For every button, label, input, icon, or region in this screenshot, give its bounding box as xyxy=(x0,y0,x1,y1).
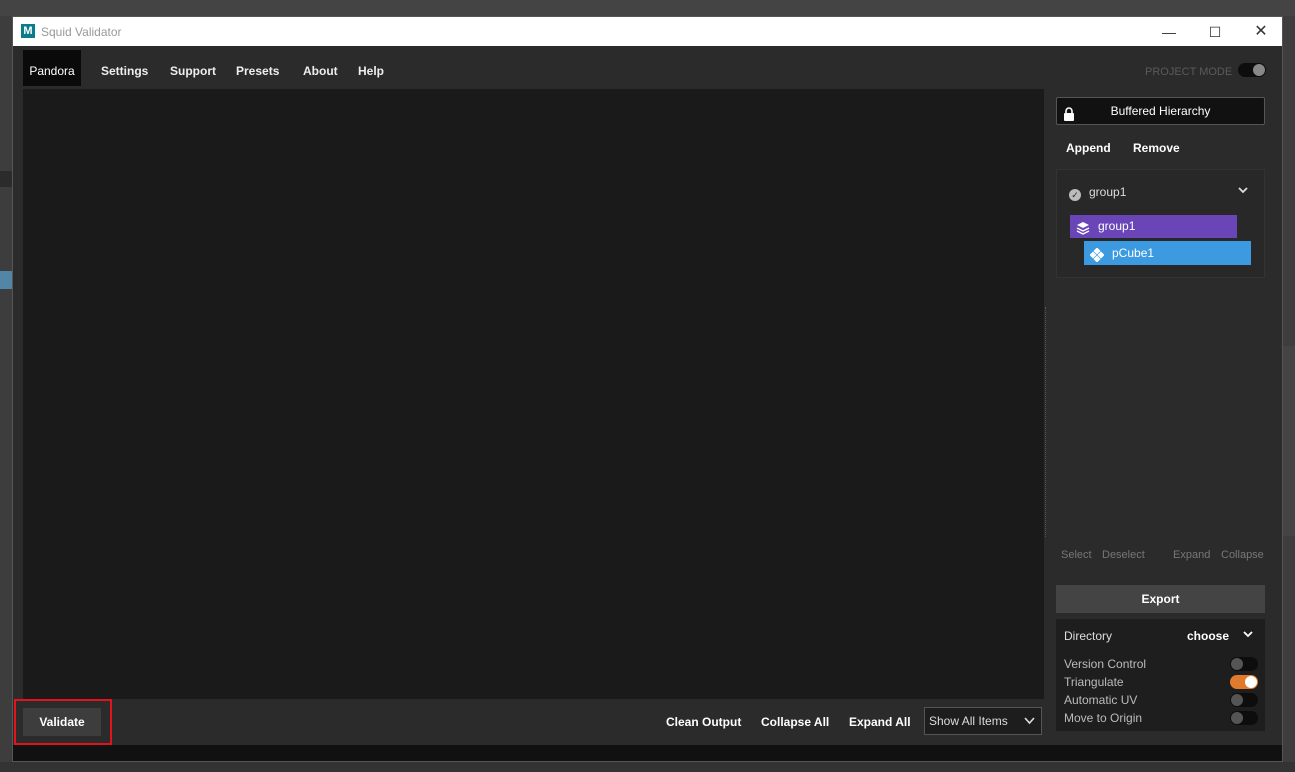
version-control-toggle[interactable] xyxy=(1230,657,1258,671)
host-app-left-strip xyxy=(0,16,12,772)
deselect-button[interactable]: Deselect xyxy=(1102,549,1145,561)
buffered-hierarchy-button[interactable]: Buffered Hierarchy xyxy=(1056,97,1265,125)
chevron-down-icon xyxy=(1024,708,1035,744)
collapse-all-button[interactable]: Collapse All xyxy=(761,715,829,729)
minimize-button[interactable]: — xyxy=(1159,22,1179,42)
validate-button[interactable]: Validate xyxy=(23,708,101,736)
append-button[interactable]: Append xyxy=(1066,141,1111,155)
menu-item-pandora[interactable]: Pandora xyxy=(23,50,81,86)
hierarchy-panel: Buffered Hierarchy Append Remove ✓ group1… xyxy=(1048,89,1274,745)
check-circle-icon: ✓ xyxy=(1069,189,1081,201)
menu-item-settings[interactable]: Settings xyxy=(101,64,148,78)
menu-item-help[interactable]: Help xyxy=(358,64,384,78)
buffered-hierarchy-label: Buffered Hierarchy xyxy=(1110,104,1211,118)
mesh-icon xyxy=(1089,246,1105,263)
maximize-button[interactable]: ☐ xyxy=(1205,22,1225,42)
close-button[interactable]: ✕ xyxy=(1251,22,1271,42)
expand-button[interactable]: Expand xyxy=(1173,549,1210,561)
project-mode-label: PROJECT MODE xyxy=(1145,66,1233,78)
panel-splitter-handle[interactable] xyxy=(1045,307,1047,537)
export-options: Directory choose Version Control Triangu… xyxy=(1056,619,1265,731)
menu-item-presets[interactable]: Presets xyxy=(236,64,279,78)
project-mode-toggle[interactable] xyxy=(1238,63,1266,77)
move-to-origin-label: Move to Origin xyxy=(1064,711,1143,725)
menu-item-about[interactable]: About xyxy=(303,64,338,78)
host-app-right-strip xyxy=(1283,16,1295,772)
title-bar[interactable]: M Squid Validator — ☐ ✕ xyxy=(13,17,1282,46)
show-items-select-value: Show All Items xyxy=(929,714,1008,728)
export-button[interactable]: Export xyxy=(1056,585,1265,613)
clean-output-button[interactable]: Clean Output xyxy=(666,715,741,729)
chevron-down-icon[interactable] xyxy=(1242,627,1254,646)
chevron-down-icon[interactable] xyxy=(1237,182,1249,201)
lock-icon xyxy=(1063,104,1075,121)
select-button[interactable]: Select xyxy=(1061,549,1092,561)
remove-button[interactable]: Remove xyxy=(1133,141,1180,155)
triangulate-toggle[interactable] xyxy=(1230,675,1258,689)
squid-validator-window: M Squid Validator — ☐ ✕ Pandora Settings… xyxy=(12,16,1283,762)
collapse-button[interactable]: Collapse xyxy=(1221,549,1264,561)
tree-node-label: pCube1 xyxy=(1112,246,1155,260)
validation-output-panel[interactable] xyxy=(23,89,1044,699)
toggle-knob xyxy=(1245,676,1257,688)
host-app-top-strip xyxy=(0,0,1295,16)
version-control-label: Version Control xyxy=(1064,657,1147,671)
toggle-knob xyxy=(1231,694,1243,706)
tree-root-label: group1 xyxy=(1089,185,1127,199)
host-app-bottom-strip xyxy=(0,762,1295,772)
host-app-right-panel xyxy=(1283,346,1295,536)
triangulate-label: Triangulate xyxy=(1064,675,1124,689)
status-bar xyxy=(13,745,1282,761)
host-app-left-bar xyxy=(0,171,12,187)
hierarchy-tree: ✓ group1 group1 pCube1 xyxy=(1056,169,1265,278)
menu-bar: Pandora Settings Support Presets About H… xyxy=(13,46,1282,88)
window-title: Squid Validator xyxy=(41,25,122,39)
directory-choose-button[interactable]: choose xyxy=(1187,629,1229,643)
tree-node-group[interactable]: group1 xyxy=(1070,215,1237,238)
expand-all-button[interactable]: Expand All xyxy=(849,715,911,729)
toggle-knob xyxy=(1231,712,1243,724)
automatic-uv-label: Automatic UV xyxy=(1064,693,1138,707)
tree-node-mesh[interactable]: pCube1 xyxy=(1084,241,1251,265)
move-to-origin-toggle[interactable] xyxy=(1230,711,1258,725)
tree-root-item[interactable]: ✓ group1 xyxy=(1069,185,1126,201)
menu-item-support[interactable]: Support xyxy=(170,64,216,78)
layers-icon xyxy=(1076,220,1090,235)
bottom-toolbar: Validate Clean Output Collapse All Expan… xyxy=(13,699,1046,745)
show-items-select[interactable]: Show All Items xyxy=(924,707,1042,735)
app-icon: M xyxy=(21,24,35,38)
tree-node-label: group1 xyxy=(1098,219,1136,233)
toggle-knob xyxy=(1231,658,1243,670)
host-app-left-selection xyxy=(0,271,12,289)
directory-label: Directory xyxy=(1064,629,1113,643)
automatic-uv-toggle[interactable] xyxy=(1230,693,1258,707)
toggle-knob xyxy=(1253,64,1265,76)
